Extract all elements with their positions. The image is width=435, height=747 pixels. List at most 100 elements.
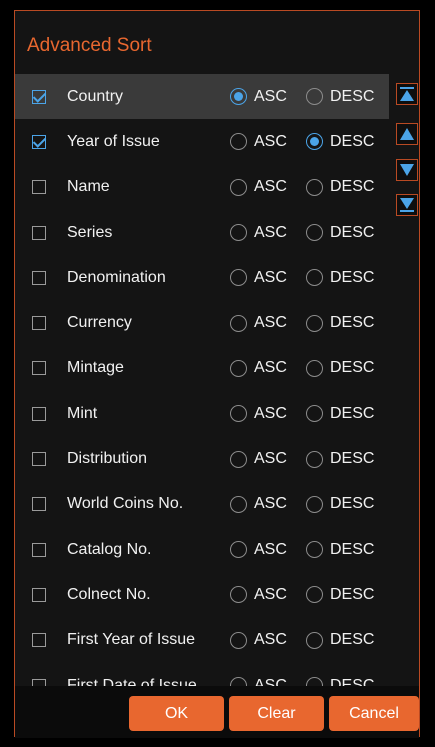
asc-radio[interactable] bbox=[230, 269, 247, 287]
desc-radio[interactable] bbox=[306, 314, 323, 332]
sort-row[interactable]: Series ASC DESC bbox=[15, 210, 389, 255]
cancel-button[interactable]: Cancel bbox=[329, 696, 419, 731]
advanced-sort-dialog: Advanced Sort Country ASC DESC Year of Issu… bbox=[14, 10, 420, 738]
desc-radio[interactable] bbox=[306, 450, 323, 468]
desc-radio[interactable] bbox=[306, 586, 323, 604]
sort-row[interactable]: Mintage ASC DESC bbox=[15, 346, 389, 391]
desc-label: DESC bbox=[330, 495, 375, 513]
sort-field-label: Distribution bbox=[67, 450, 148, 468]
sort-row[interactable]: Year of Issue ASC DESC bbox=[15, 119, 389, 164]
clear-button[interactable]: Clear bbox=[229, 696, 324, 731]
sort-row[interactable]: First Year of Issue ASC DESC bbox=[15, 618, 389, 663]
asc-radio[interactable] bbox=[230, 586, 247, 604]
asc-label: ASC bbox=[254, 404, 287, 422]
asc-label: ASC bbox=[254, 132, 287, 150]
asc-label: ASC bbox=[254, 585, 287, 603]
asc-label: ASC bbox=[254, 450, 287, 468]
sort-field-label: Mint bbox=[67, 404, 98, 422]
desc-radio[interactable] bbox=[306, 495, 323, 513]
asc-radio[interactable] bbox=[230, 224, 247, 242]
sort-field-checkbox[interactable] bbox=[32, 587, 46, 602]
desc-label: DESC bbox=[330, 585, 375, 603]
asc-radio[interactable] bbox=[230, 495, 247, 513]
sort-row[interactable]: Country ASC DESC bbox=[15, 74, 389, 120]
sort-field-label: First Year of Issue bbox=[67, 631, 196, 649]
desc-radio[interactable] bbox=[306, 631, 323, 649]
sort-field-checkbox[interactable] bbox=[32, 452, 46, 467]
asc-label: ASC bbox=[254, 631, 287, 649]
asc-radio[interactable] bbox=[230, 314, 247, 332]
sort-row[interactable]: World Coins No. ASC DESC bbox=[15, 482, 389, 527]
sort-field-label: Catalog No. bbox=[67, 540, 152, 558]
dialog-footer: OK Clear Cancel bbox=[15, 686, 419, 738]
sort-row[interactable]: Distribution ASC DESC bbox=[15, 436, 389, 481]
sort-row[interactable]: First Date of Issue ASC DESC bbox=[15, 663, 389, 686]
asc-radio[interactable] bbox=[230, 88, 247, 106]
sort-row[interactable]: Currency ASC DESC bbox=[15, 300, 389, 345]
sort-field-checkbox[interactable] bbox=[32, 316, 46, 331]
sort-field-checkbox[interactable] bbox=[32, 180, 46, 195]
sort-field-checkbox[interactable] bbox=[32, 497, 46, 512]
sort-field-label: Year of Issue bbox=[67, 132, 160, 150]
sort-field-checkbox[interactable] bbox=[32, 89, 46, 104]
move-up-button[interactable] bbox=[396, 123, 418, 145]
sort-row[interactable]: Colnect No. ASC DESC bbox=[15, 572, 389, 617]
asc-label: ASC bbox=[254, 359, 287, 377]
sort-field-checkbox[interactable] bbox=[32, 270, 46, 285]
desc-radio[interactable] bbox=[306, 359, 323, 377]
move-to-top-button[interactable] bbox=[396, 83, 418, 105]
desc-radio[interactable] bbox=[306, 541, 323, 559]
sort-field-checkbox[interactable] bbox=[32, 406, 46, 421]
asc-label: ASC bbox=[254, 223, 287, 241]
sort-row[interactable]: Mint ASC DESC bbox=[15, 391, 389, 436]
move-up-icon bbox=[400, 128, 414, 140]
asc-radio[interactable] bbox=[230, 405, 247, 423]
desc-label: DESC bbox=[330, 314, 375, 332]
asc-label: ASC bbox=[254, 676, 287, 687]
dialog-title: Advanced Sort bbox=[27, 35, 152, 56]
asc-label: ASC bbox=[254, 87, 287, 105]
asc-radio[interactable] bbox=[230, 631, 247, 649]
asc-radio[interactable] bbox=[230, 359, 247, 377]
sort-field-checkbox[interactable] bbox=[32, 225, 46, 240]
ok-button[interactable]: OK bbox=[129, 696, 224, 731]
move-to-top-icon bbox=[400, 87, 414, 101]
desc-label: DESC bbox=[330, 223, 375, 241]
desc-radio[interactable] bbox=[306, 133, 323, 151]
sort-field-checkbox[interactable] bbox=[32, 361, 46, 376]
asc-label: ASC bbox=[254, 495, 287, 513]
asc-radio[interactable] bbox=[230, 677, 247, 686]
sort-field-label: Currency bbox=[67, 314, 132, 332]
move-to-bottom-button[interactable] bbox=[396, 194, 418, 216]
desc-label: DESC bbox=[330, 450, 375, 468]
sort-field-checkbox[interactable] bbox=[32, 678, 46, 686]
desc-label: DESC bbox=[330, 404, 375, 422]
desc-label: DESC bbox=[330, 132, 375, 150]
asc-radio[interactable] bbox=[230, 133, 247, 151]
sort-field-list[interactable]: Country ASC DESC Year of Issue ASC DESC Name AS… bbox=[15, 74, 389, 686]
asc-radio[interactable] bbox=[230, 178, 247, 196]
desc-radio[interactable] bbox=[306, 178, 323, 196]
sort-field-label: Name bbox=[67, 178, 110, 196]
desc-radio[interactable] bbox=[306, 677, 323, 686]
sort-field-checkbox[interactable] bbox=[32, 633, 46, 648]
asc-radio[interactable] bbox=[230, 450, 247, 468]
desc-radio[interactable] bbox=[306, 405, 323, 423]
sort-field-checkbox[interactable] bbox=[32, 542, 46, 557]
sort-field-label: Denomination bbox=[67, 268, 166, 286]
sort-field-label: Country bbox=[67, 87, 124, 105]
desc-radio[interactable] bbox=[306, 224, 323, 242]
desc-label: DESC bbox=[330, 540, 375, 558]
desc-radio[interactable] bbox=[306, 269, 323, 287]
move-down-button[interactable] bbox=[396, 159, 418, 181]
sort-field-label: First Date of Issue bbox=[67, 676, 197, 687]
move-to-bottom-icon bbox=[400, 198, 414, 212]
sort-row[interactable]: Catalog No. ASC DESC bbox=[15, 527, 389, 572]
desc-radio[interactable] bbox=[306, 88, 323, 106]
sort-row[interactable]: Denomination ASC DESC bbox=[15, 255, 389, 300]
asc-label: ASC bbox=[254, 314, 287, 332]
desc-label: DESC bbox=[330, 87, 375, 105]
sort-field-checkbox[interactable] bbox=[32, 134, 46, 149]
asc-radio[interactable] bbox=[230, 541, 247, 559]
sort-row[interactable]: Name ASC DESC bbox=[15, 165, 389, 210]
